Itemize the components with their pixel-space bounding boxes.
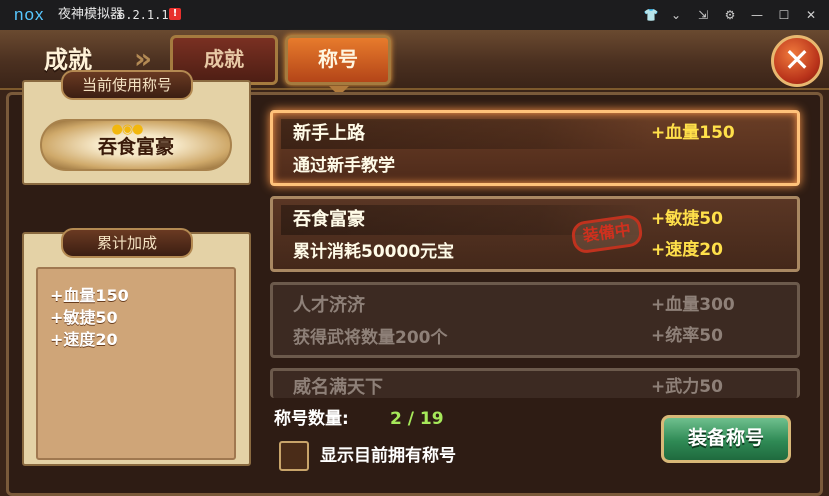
minimize-icon[interactable]: — <box>748 6 766 24</box>
bonus-item: +敏捷50 <box>50 308 118 327</box>
title-name: 新手上路 <box>293 123 365 144</box>
bonus-item: +速度20 <box>50 330 118 349</box>
tab-title[interactable]: 称号 <box>285 35 391 85</box>
title-card-locked[interactable]: 威名满天下 +武力50 <box>270 368 800 398</box>
title-stat: +血量150 <box>651 123 735 143</box>
bonus-list: +血量150 +敏捷50 +速度20 <box>36 267 236 460</box>
title-count-label: 称号数量: <box>274 409 349 429</box>
title-stat: +统率50 <box>651 326 723 346</box>
title-card-equipped[interactable]: 吞食富豪 累计消耗50000元宝 +敏捷50 +速度20 <box>270 196 800 272</box>
maximize-icon[interactable]: ☐ <box>775 6 793 24</box>
pin-icon[interactable]: ⇲ <box>694 6 712 24</box>
title-stat: +武力50 <box>651 377 723 397</box>
current-title-label: 当前使用称号 <box>61 70 193 100</box>
equip-title-button[interactable]: 装备称号 <box>661 415 791 463</box>
chevron-down-icon[interactable]: ⌄ <box>667 6 685 24</box>
title-card-locked[interactable]: 人才济济 获得武将数量200个 +血量300 +统率50 <box>270 282 800 358</box>
settings-icon[interactable]: ⚙ <box>721 6 739 24</box>
tshirt-icon[interactable]: 👕 <box>642 6 660 24</box>
nox-logo: nox <box>14 5 45 24</box>
bonus-item: +血量150 <box>50 286 129 305</box>
bonus-label: 累计加成 <box>61 228 193 258</box>
title-desc: 累计消耗50000元宝 <box>293 242 455 262</box>
emulator-title-bar: nox 夜神模拟器 6.2.1.1 ! 👕 ⌄ ⇲ ⚙ — ☐ ✕ <box>0 0 829 30</box>
show-owned-label[interactable]: 显示目前拥有称号 <box>320 443 456 469</box>
emulator-app-name: 夜神模拟器 <box>58 7 124 22</box>
title-stat: +敏捷50 <box>651 209 723 229</box>
emulator-version: 6.2.1.1 <box>118 8 169 22</box>
title-stat: +血量300 <box>651 295 735 315</box>
title-desc: 通过新手教学 <box>293 156 395 176</box>
title-desc: 获得武将数量200个 <box>293 328 448 348</box>
title-card-selected[interactable]: 新手上路 通过新手教学 +血量150 <box>270 110 800 186</box>
title-name: 人才济济 <box>293 295 365 316</box>
alert-icon[interactable]: ! <box>169 8 181 20</box>
show-owned-checkbox[interactable] <box>279 441 309 471</box>
title-name: 威名满天下 <box>293 377 383 398</box>
close-icon[interactable]: ✕ <box>802 6 820 24</box>
close-button[interactable]: ✕ <box>771 35 823 87</box>
title-name: 吞食富豪 <box>293 209 365 230</box>
current-title-name: 吞食富豪 <box>97 136 174 158</box>
title-stat: +速度20 <box>651 240 723 260</box>
title-count-value: 2 / 19 <box>390 409 444 429</box>
